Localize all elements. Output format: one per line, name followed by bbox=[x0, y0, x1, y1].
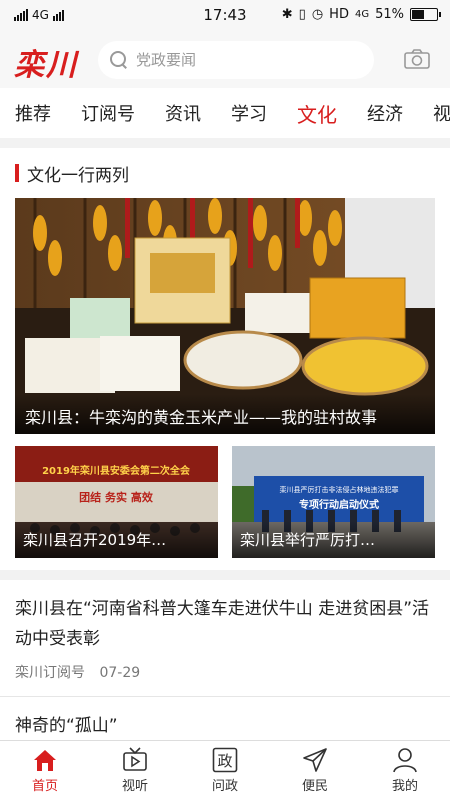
app-header: 栾川 bbox=[0, 32, 450, 88]
content-scroll[interactable]: 文化一行两列 栾川县：牛栾沟的黄金玉米产业——我的驻村故事 2019年栾川县安委… bbox=[0, 138, 450, 740]
tab-economy[interactable]: 经济 bbox=[352, 100, 418, 126]
camera-icon[interactable] bbox=[404, 49, 430, 69]
tab-news[interactable]: 资讯 bbox=[150, 100, 216, 126]
app-logo: 栾川 bbox=[14, 48, 78, 83]
thumb-caption-meeting: 栾川县召开2019年… bbox=[15, 521, 218, 558]
status-bar: 4G 17:43 ✱ ▯ ◷ HD 4G 51% bbox=[0, 0, 450, 32]
category-tabs: 推荐 订阅号 资讯 学习 文化 经济 视频 bbox=[0, 88, 450, 138]
nav-media[interactable]: 视听 bbox=[90, 741, 180, 800]
user-icon bbox=[393, 748, 417, 773]
tab-subscriptions[interactable]: 订阅号 bbox=[66, 100, 150, 126]
nav-home[interactable]: 首页 bbox=[0, 741, 90, 800]
tab-study[interactable]: 学习 bbox=[216, 100, 282, 126]
news-title: 栾川县在“河南省科普大篷车走进伏牛山 走进贫困县”活动中受表彰 bbox=[15, 599, 430, 649]
ceremony-banner-text: 栾川县严厉打击非法侵占林地违法犯罪 bbox=[280, 485, 399, 494]
nav-mine[interactable]: 我的 bbox=[360, 741, 450, 800]
meeting-slogan-text: 团结 务实 高效 bbox=[79, 490, 154, 504]
battery-icon bbox=[410, 8, 441, 21]
alarm-icon: ◷ bbox=[311, 7, 324, 22]
thumb-card-meeting[interactable]: 2019年栾川县安委会第二次全会 团结 务实 高效 栾川县召开2019年… bbox=[15, 446, 218, 558]
section-title: 文化一行两列 bbox=[27, 165, 129, 186]
thumb-card-ceremony[interactable]: 栾川县严厉打击非法侵占林地违法犯罪 专项行动启动仪式 栾川县举行严厉打… bbox=[232, 446, 435, 558]
nav-label-mine: 我的 bbox=[391, 779, 418, 794]
culture-section: 文化一行两列 栾川县：牛栾沟的黄金玉米产业——我的驻村故事 2019年栾川县安委… bbox=[0, 148, 450, 570]
news-item[interactable]: 神奇的“孤山” bbox=[0, 697, 450, 740]
search-icon bbox=[110, 51, 128, 69]
bottom-nav: 首页 视听 政 问政 便民 我的 bbox=[0, 740, 450, 800]
news-title: 神奇的“孤山” bbox=[15, 716, 118, 736]
thumb-row: 2019年栾川县安委会第二次全会 团结 务实 高效 栾川县召开2019年… 栾川… bbox=[15, 446, 435, 558]
search-input[interactable] bbox=[136, 51, 356, 69]
hero-card[interactable]: 栾川县：牛栾沟的黄金玉米产业——我的驻村故事 bbox=[15, 198, 435, 434]
tv-icon bbox=[123, 747, 147, 771]
ceremony-banner-subtext: 专项行动启动仪式 bbox=[299, 498, 379, 511]
send-icon bbox=[303, 748, 327, 772]
hero-caption: 栾川县：牛栾沟的黄金玉米产业——我的驻村故事 bbox=[15, 394, 435, 434]
thumb-caption-ceremony: 栾川县举行严厉打… bbox=[232, 521, 435, 558]
zheng-icon-glyph: 政 bbox=[217, 752, 232, 770]
nav-label-home: 首页 bbox=[31, 779, 58, 794]
bluetooth-icon: ✱ bbox=[281, 7, 293, 22]
news-source: 栾川订阅号 bbox=[15, 665, 85, 681]
home-icon bbox=[34, 750, 56, 771]
status-right: ✱ ▯ ◷ HD 4G 51% bbox=[281, 7, 441, 22]
nav-label-politics: 问政 bbox=[211, 779, 238, 794]
hd-label: HD bbox=[329, 7, 349, 22]
nav-label-media: 视听 bbox=[121, 779, 148, 794]
network-label-2: 4G bbox=[354, 9, 370, 20]
section-accent-bar bbox=[15, 164, 19, 182]
nav-politics[interactable]: 政 问政 bbox=[180, 741, 270, 800]
news-date: 07-29 bbox=[99, 665, 141, 681]
nav-label-services: 便民 bbox=[301, 779, 328, 794]
meeting-banner-text: 2019年栾川县安委会第二次全会 bbox=[42, 464, 190, 477]
search-bar[interactable] bbox=[98, 41, 374, 79]
tab-culture[interactable]: 文化 bbox=[282, 99, 352, 128]
section-header: 文化一行两列 bbox=[15, 148, 435, 198]
vibrate-icon: ▯ bbox=[298, 7, 306, 22]
battery-fill bbox=[412, 10, 424, 19]
nav-services[interactable]: 便民 bbox=[270, 741, 360, 800]
news-meta: 栾川订阅号 07-29 bbox=[15, 662, 435, 682]
tab-video[interactable]: 视频 bbox=[418, 100, 450, 126]
tab-recommend[interactable]: 推荐 bbox=[0, 100, 66, 126]
battery-percent: 51% bbox=[375, 7, 404, 22]
zheng-icon: 政 bbox=[212, 747, 238, 773]
news-item[interactable]: 栾川县在“河南省科普大篷车走进伏牛山 走进贫困县”活动中受表彰 栾川订阅号 07… bbox=[0, 580, 450, 697]
